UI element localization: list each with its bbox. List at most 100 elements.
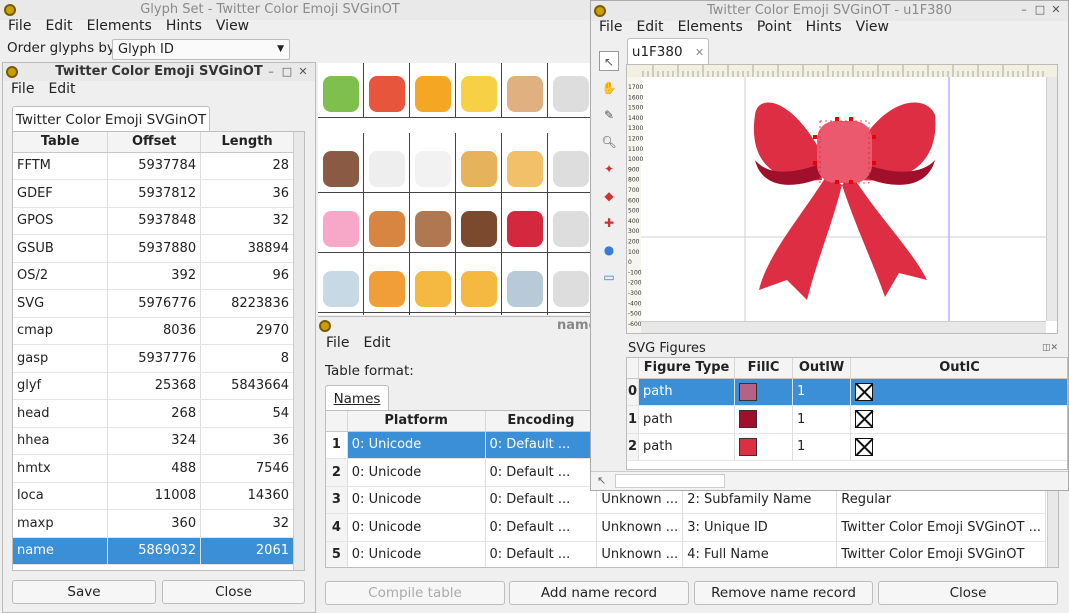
outline-color-cell[interactable] (850, 433, 1067, 461)
order-select[interactable]: Glyph ID ▼ (112, 39, 290, 60)
tab-u1f380[interactable]: u1F380 ✕ (627, 38, 709, 65)
table-row[interactable]: name 5869032 2061 (13, 537, 294, 565)
minimize-icon[interactable]: – (265, 66, 277, 78)
menu-view[interactable]: View (856, 19, 889, 35)
close-icon[interactable]: ✕ (297, 66, 309, 78)
outline-color-cell[interactable] (850, 378, 1067, 406)
col-outlw[interactable]: OutlW (792, 358, 852, 379)
panel-float-icon[interactable]: ◫✕ (1042, 343, 1058, 353)
fill-color-cell[interactable] (734, 378, 794, 406)
glyph-canvas[interactable]: 1700 1600 1500 1400 1300 1200 1100 1000 900 800 70… (626, 64, 1058, 334)
figure-row[interactable]: 2 path 1 (627, 433, 1067, 461)
glyph-cell[interactable] (410, 133, 456, 193)
magnify-tool-icon[interactable]: 🔍︎ (599, 132, 619, 152)
glyph-cell[interactable] (502, 63, 548, 118)
col-length[interactable]: Length (200, 132, 294, 153)
name-record-row[interactable]: 4 0: Unicode 0: Default ... Unknown ... 3: U… (326, 513, 1046, 542)
font-tables-table[interactable]: Table Offset Length FFTM 5937784 28 GDEF 593… (12, 131, 305, 571)
menu-file[interactable]: File (8, 18, 31, 34)
table-row[interactable]: GDEF 5937812 36 (13, 179, 294, 208)
glyph-cell[interactable] (410, 253, 456, 313)
glyph-cell[interactable] (456, 313, 502, 315)
close-button[interactable]: Close (878, 581, 1058, 605)
tab-names[interactable]: Names (325, 385, 389, 411)
glyph-cell[interactable] (364, 63, 410, 118)
col-fillc[interactable]: FillC (734, 358, 794, 379)
menu-elements[interactable]: Elements (87, 18, 152, 34)
glyph-cell[interactable] (548, 193, 590, 253)
col-encoding[interactable]: Encoding (485, 411, 598, 432)
menu-edit[interactable]: Edit (45, 18, 72, 34)
glyph-cell[interactable] (502, 253, 548, 313)
glyph-cell[interactable] (456, 133, 502, 193)
rectangle-tool-icon[interactable]: ▭ (599, 267, 619, 287)
menu-view[interactable]: View (216, 18, 249, 34)
glyph-cell[interactable] (318, 253, 364, 313)
menu-edit[interactable]: Edit (636, 19, 663, 35)
corner-point-tool-icon[interactable]: ◆ (599, 186, 619, 206)
table-row[interactable]: GSUB 5937880 38894 (13, 234, 294, 263)
glyph-cell[interactable] (364, 193, 410, 253)
glyph-cell[interactable] (548, 63, 590, 118)
table-row[interactable]: gasp 5937776 8 (13, 344, 294, 373)
glyph-cell[interactable] (548, 313, 590, 315)
glyph-cell[interactable] (548, 133, 590, 193)
minimize-icon[interactable]: – (1018, 4, 1030, 16)
maximize-icon[interactable]: □ (281, 66, 293, 78)
glyph-cell[interactable] (502, 133, 548, 193)
menu-edit[interactable]: Edit (363, 335, 390, 351)
remove-name-record-button[interactable]: Remove name record (694, 581, 873, 605)
glyph-cell[interactable] (410, 193, 456, 253)
menu-file[interactable]: File (599, 19, 622, 35)
close-button[interactable]: Close (162, 580, 305, 604)
glyph-cell[interactable] (318, 313, 364, 315)
add-name-record-button[interactable]: Add name record (509, 581, 689, 605)
table-row[interactable]: hhea 324 36 (13, 427, 294, 455)
table-row[interactable]: hmtx 488 7546 (13, 454, 294, 483)
table-row[interactable]: GPOS 5937848 32 (13, 207, 294, 235)
menu-file[interactable]: File (326, 335, 349, 351)
glyph-grid[interactable] (318, 63, 590, 315)
curve-point-tool-icon[interactable]: ✦ (599, 159, 619, 179)
compile-table-button[interactable]: Compile table (325, 581, 505, 605)
maximize-icon[interactable]: □ (1034, 4, 1046, 16)
svg-figures-table[interactable]: Figure Type FillC OutlW OutlC 0 path 1 1 pat… (626, 357, 1068, 470)
glyph-cell[interactable] (502, 313, 548, 315)
vertical-scrollbar[interactable] (293, 132, 304, 570)
col-outlc[interactable]: OutlC (850, 358, 1067, 379)
glyph-cell[interactable] (364, 133, 410, 193)
menu-hints[interactable]: Hints (806, 19, 842, 35)
canvas-horizontal-scrollbar[interactable] (641, 321, 1046, 333)
close-icon[interactable]: ✕ (1050, 4, 1062, 16)
glyph-cell[interactable] (410, 63, 456, 118)
pen-tool-icon[interactable]: ✎ (599, 105, 619, 125)
tab-font[interactable]: Twitter Color Emoji SVGinOT (12, 106, 210, 132)
menu-elements[interactable]: Elements (678, 19, 743, 35)
glyph-cell[interactable] (456, 63, 502, 118)
menu-hints[interactable]: Hints (166, 18, 202, 34)
menu-file[interactable]: File (11, 81, 34, 97)
glyph-cell[interactable] (548, 253, 590, 313)
glyph-cell[interactable] (456, 253, 502, 313)
table-row[interactable]: OS/2 392 96 (13, 262, 294, 290)
figure-row[interactable]: 0 path 1 (627, 378, 1067, 406)
glyph-cell[interactable] (364, 313, 410, 315)
glyph-cell[interactable] (364, 253, 410, 313)
pointer-tool-icon[interactable]: ↖ (599, 51, 619, 71)
glyph-cell[interactable] (318, 63, 364, 118)
outline-color-cell[interactable] (850, 405, 1067, 434)
table-row[interactable]: maxp 360 32 (13, 509, 294, 538)
table-row[interactable]: loca 11008 14360 (13, 482, 294, 510)
ellipse-tool-icon[interactable]: ● (599, 240, 619, 260)
glyph-cell[interactable] (318, 133, 364, 193)
tangent-point-tool-icon[interactable]: ✚ (599, 213, 619, 233)
col-figure-type[interactable]: Figure Type (638, 358, 736, 379)
fill-color-cell[interactable] (734, 405, 794, 434)
close-tab-icon[interactable]: ✕ (695, 46, 704, 59)
glyph-cell[interactable] (502, 193, 548, 253)
col-offset[interactable]: Offset (107, 132, 202, 153)
col-table[interactable]: Table (13, 132, 109, 153)
glyph-cell[interactable] (410, 313, 456, 315)
figure-row[interactable]: 1 path 1 (627, 405, 1067, 434)
col-platform[interactable]: Platform (347, 411, 486, 432)
